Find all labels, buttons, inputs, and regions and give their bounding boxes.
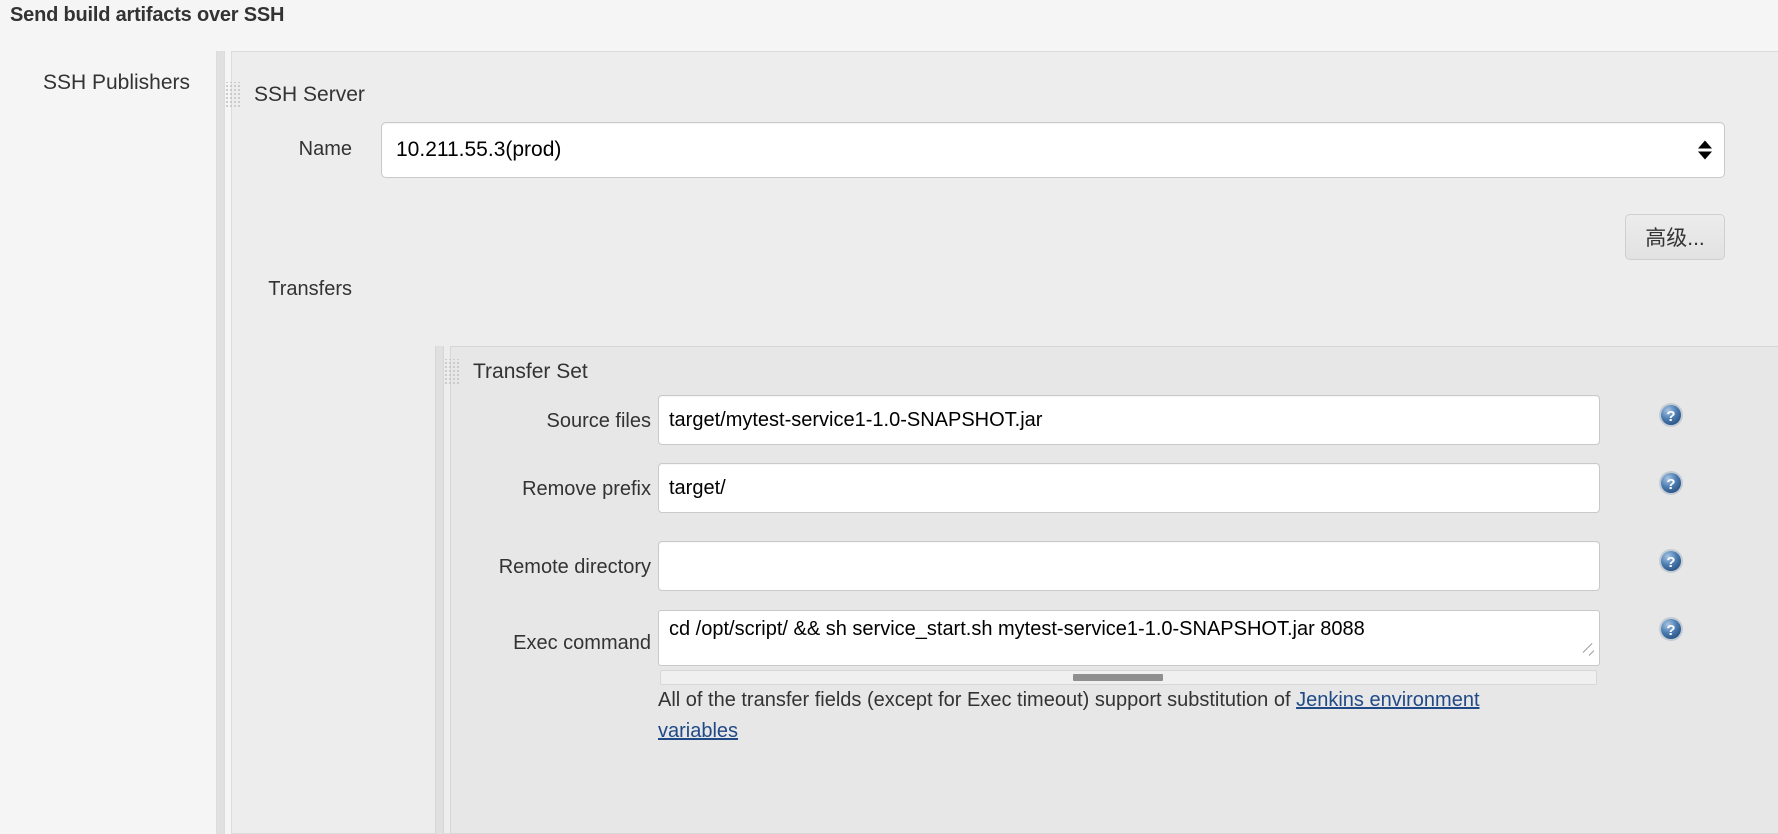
exec-command-textarea[interactable] xyxy=(658,610,1600,666)
name-label: Name xyxy=(298,138,352,160)
remove-prefix-input[interactable] xyxy=(658,463,1600,513)
svg-text:?: ? xyxy=(1666,408,1675,425)
drag-handle-icon[interactable] xyxy=(224,82,242,108)
chevron-up-icon xyxy=(1698,140,1712,149)
help-question-icon[interactable]: ? xyxy=(1658,616,1684,642)
ssh-server-name-select[interactable]: 10.211.55.3(prod) xyxy=(381,122,1725,178)
transfer-fields-note: All of the transfer fields (except for E… xyxy=(658,685,1488,747)
transfers-label: Transfers xyxy=(268,278,352,300)
ssh-publishers-label: SSH Publishers xyxy=(42,71,190,94)
note-text: All of the transfer fields (except for E… xyxy=(658,689,1297,711)
transfer-set-header: Transfer Set xyxy=(443,359,588,385)
exec-command-label: Exec command xyxy=(513,632,651,654)
advanced-button[interactable]: 高级... xyxy=(1625,214,1725,260)
svg-text:?: ? xyxy=(1666,476,1675,493)
ssh-server-header: SSH Server xyxy=(224,82,365,108)
exec-command-hscrollbar[interactable] xyxy=(660,670,1597,685)
select-stepper-arrows[interactable] xyxy=(1698,140,1712,160)
help-question-icon[interactable]: ? xyxy=(1658,470,1684,496)
transfer-set-heading: Transfer Set xyxy=(473,360,588,383)
ssh-server-name-value: 10.211.55.3(prod) xyxy=(396,138,562,161)
page-title: Send build artifacts over SSH xyxy=(10,4,285,26)
transfer-set-panel: Transfer Set Source files ? xyxy=(443,346,1778,834)
remove-prefix-label: Remove prefix xyxy=(522,478,651,500)
screen-root: Send build artifacts over SSH SSH Publis… xyxy=(0,0,1778,834)
help-question-icon[interactable]: ? xyxy=(1658,402,1684,428)
svg-text:?: ? xyxy=(1666,554,1675,571)
source-files-input[interactable] xyxy=(658,395,1600,445)
remote-directory-label: Remote directory xyxy=(498,556,651,578)
svg-text:?: ? xyxy=(1666,622,1675,639)
exec-command-wrap xyxy=(658,610,1600,666)
chevron-down-icon xyxy=(1698,151,1712,160)
remote-directory-input[interactable] xyxy=(658,541,1600,591)
source-files-label: Source files xyxy=(546,410,652,432)
form-body-region: SSH Publishers SSH Server Name 10.211.55… xyxy=(0,51,1778,834)
drag-handle-icon[interactable] xyxy=(443,359,461,385)
publishers-separator-rail xyxy=(216,51,225,834)
ssh-server-heading: SSH Server xyxy=(254,83,365,106)
hscrollbar-thumb[interactable] xyxy=(1073,674,1163,681)
help-question-icon[interactable]: ? xyxy=(1658,548,1684,574)
